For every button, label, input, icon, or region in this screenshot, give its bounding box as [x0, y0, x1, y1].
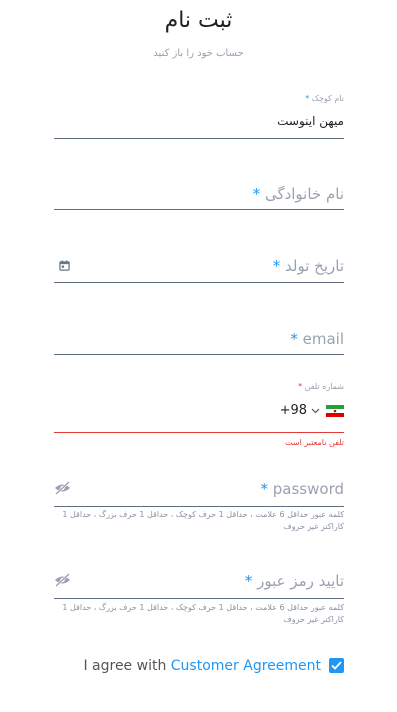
agreement-text: I agree with Customer Agreement [83, 658, 321, 674]
email-input[interactable]: * email [290, 330, 344, 348]
eye-off-icon[interactable] [54, 573, 71, 587]
last-name-underline [54, 209, 344, 210]
password-hint: کلمه عبور حداقل 6 علامت ، حداقل 1 حرف کو… [62, 510, 344, 531]
password-input[interactable]: * password [261, 480, 345, 498]
required-mark: * [305, 94, 310, 103]
phone-error: تلفن نامعتبر است [285, 438, 344, 447]
confirm-password-hint: کلمه عبور حداقل 6 علامت ، حداقل 1 حرف کو… [62, 603, 344, 624]
first-name-underline [54, 138, 344, 139]
phone-underline [54, 432, 344, 433]
country-code: +98 [279, 403, 307, 418]
eye-off-icon[interactable] [54, 481, 71, 495]
phone-label: شماره تلفن * [298, 382, 344, 391]
page-title: ثبت نام [164, 8, 233, 33]
birth-date-input[interactable]: تاریخ تولد * [273, 257, 344, 275]
last-name-input[interactable]: نام خانوادگی * [253, 185, 344, 203]
required-mark: * [298, 382, 303, 391]
password-underline [54, 506, 344, 507]
first-name-input[interactable]: میهن اینوست [277, 114, 344, 128]
agreement-checkbox[interactable] [329, 658, 344, 673]
first-name-label: نام کوچک * [305, 94, 344, 103]
required-mark: * [260, 480, 269, 498]
required-mark: * [252, 185, 261, 203]
page-subtitle: حساب خود را باز کنید [153, 48, 244, 59]
iran-flag-icon [326, 404, 344, 417]
customer-agreement-link[interactable]: Customer Agreement [171, 658, 321, 674]
required-mark: * [290, 330, 298, 348]
chevron-down-icon [311, 408, 320, 414]
required-mark: * [244, 572, 253, 590]
confirm-password-input[interactable]: تایید رمز عبور * [245, 572, 344, 590]
email-underline [54, 354, 344, 355]
confirm-password-underline [54, 598, 344, 599]
calendar-icon[interactable] [58, 259, 70, 271]
birth-date-underline [54, 282, 344, 283]
check-icon [331, 661, 342, 670]
required-mark: * [272, 257, 281, 275]
country-selector[interactable]: +98 [280, 403, 344, 418]
